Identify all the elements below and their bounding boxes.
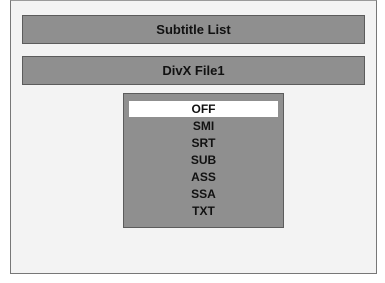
menu-item-ssa[interactable]: SSA (129, 186, 278, 202)
screen-title: Subtitle List (22, 15, 365, 44)
subtitle-list-screen: Subtitle List DivX File1 OFF SMI SRT SUB… (10, 0, 377, 274)
menu-item-smi[interactable]: SMI (129, 118, 278, 134)
menu-item-txt[interactable]: TXT (129, 203, 278, 219)
menu-item-ass[interactable]: ASS (129, 169, 278, 185)
menu-item-off[interactable]: OFF (129, 101, 278, 117)
menu-item-srt[interactable]: SRT (129, 135, 278, 151)
menu-item-sub[interactable]: SUB (129, 152, 278, 168)
subtitle-format-menu: OFF SMI SRT SUB ASS SSA TXT (123, 93, 284, 228)
file-name-bar: DivX File1 (22, 56, 365, 85)
